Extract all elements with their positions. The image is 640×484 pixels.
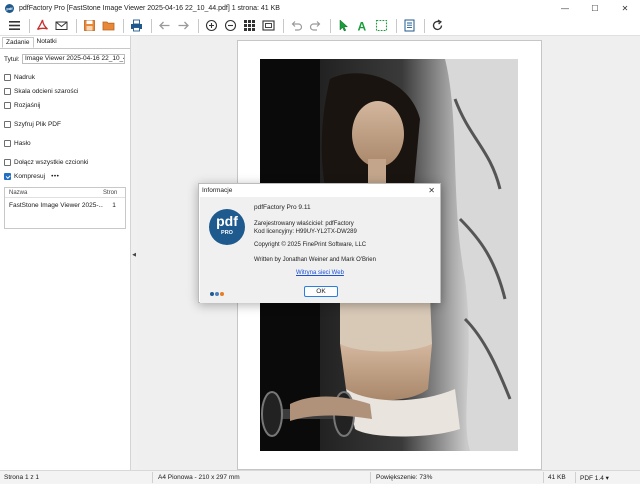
authors-text: Written by Jonathan Weiner and Mark O'Br… [254,257,376,263]
open-folder-icon[interactable] [100,17,117,34]
zoom-out-icon[interactable] [222,17,239,34]
window-controls: — ☐ ✕ [550,0,640,16]
pointer-icon[interactable] [335,17,352,34]
option-grayscale[interactable]: Skala odcieni szarości [4,86,130,97]
pdffactory-logo: pdf PRO [209,209,245,245]
menu-icon[interactable] [6,17,23,34]
status-file-size: 41 KB [548,474,566,481]
text-tool-icon[interactable]: A [354,17,371,34]
option-embed-fonts[interactable]: Dołącz wszystkie czcionki [4,157,130,168]
document-info-icon[interactable] [401,17,418,34]
thumbnails-icon[interactable] [241,17,258,34]
refresh-icon[interactable] [429,17,446,34]
pdf-version-dropdown[interactable]: PDF 1.4 ▾ [580,474,609,482]
document-name: FastStone Image Viewer 2025-... [9,202,103,209]
column-name[interactable]: Nazwa [5,190,103,196]
fit-page-icon[interactable] [260,17,277,34]
select-area-icon[interactable] [373,17,390,34]
undo-icon[interactable] [288,17,305,34]
column-pages[interactable]: Stron [103,190,125,196]
tab-notatki[interactable]: Notatki [34,37,60,48]
back-arrow-icon[interactable] [156,17,173,34]
close-button[interactable]: ✕ [610,0,640,16]
forward-arrow-icon[interactable] [175,17,192,34]
copyright-text: Copyright © 2025 FinePrint Software, LLC [254,242,367,248]
status-zoom: Powiększenie: 73% [376,474,433,481]
checkbox-checked[interactable] [4,173,11,180]
checkbox[interactable] [4,88,11,95]
toolbar: A [0,16,640,36]
window-title: pdfFactory Pro [FastStone Image Viewer 2… [19,4,280,12]
panel-tabs: Zadanie Notatki [0,37,130,49]
title-label: Tytuł: [4,55,20,63]
status-paper-size: A4 Pionowa - 210 x 297 mm [158,474,240,481]
table-row[interactable]: FastStone Image Viewer 2025-... 1 [5,200,125,211]
checkbox[interactable] [4,102,11,109]
minimize-button[interactable]: — [550,0,580,16]
close-icon[interactable]: ✕ [428,186,435,195]
brand-dot [215,292,219,296]
registered-owner: Zarejestrowany właściciel: pdfFactory [254,221,354,227]
title-row: Tytuł: Image Viewer 2025-04-16 22_10_44 [4,54,130,64]
license-code: Kod licencyjny: H99UY-YL2TX-DW289 [254,229,357,235]
option-lighten[interactable]: Rozjaśnij [4,100,130,111]
redo-icon[interactable] [307,17,324,34]
job-panel: Zadanie Notatki Tytuł: Image Viewer 2025… [0,36,131,470]
title-input[interactable]: Image Viewer 2025-04-16 22_10_44 [22,54,125,64]
print-icon[interactable] [128,17,145,34]
table-header: Nazwa Stron [5,188,125,198]
ok-button[interactable]: OK [304,286,338,297]
checkbox[interactable] [4,74,11,81]
checkbox[interactable] [4,140,11,147]
brand-dot [220,292,224,296]
brand-dots [210,292,225,296]
title-bar: pdf pdfFactory Pro [FastStone Image View… [0,0,640,16]
website-link[interactable]: Witryna sieci Web [296,270,344,276]
compress-settings-button[interactable]: ••• [51,173,59,180]
save-icon[interactable] [81,17,98,34]
documents-table: Nazwa Stron FastStone Image Viewer 2025-… [4,187,126,229]
pdf-app-icon: pdf [5,3,14,13]
maximize-button[interactable]: ☐ [580,0,610,16]
option-nadruk[interactable]: Nadruk [4,72,130,83]
pdf-icon[interactable] [34,17,51,34]
brand-dot [210,292,214,296]
tab-zadanie[interactable]: Zadanie [2,37,34,48]
about-dialog: Informacje ✕ pdf PRO pdfFactory Pro 9.11… [198,183,441,303]
document-pages: 1 [112,202,116,209]
dialog-title: Informacje [199,184,440,197]
status-bar: Strona 1 z 1 A4 Pionowa - 210 x 297 mm P… [0,470,640,484]
product-version: pdfFactory Pro 9.11 [254,204,311,211]
dialog-body: pdf PRO pdfFactory Pro 9.11 Zarejestrowa… [200,197,440,303]
option-compress[interactable]: Kompresuj ••• [4,171,130,182]
svg-text:A: A [358,20,367,33]
status-page: Strona 1 z 1 [4,474,40,481]
collapse-arrow-icon[interactable]: ◀ [132,248,136,262]
email-icon[interactable] [53,17,70,34]
checkbox[interactable] [4,121,11,128]
zoom-in-icon[interactable] [203,17,220,34]
checkbox[interactable] [4,159,11,166]
option-password[interactable]: Hasło [4,138,130,149]
option-encrypt[interactable]: Szyfruj Plik PDF [4,119,130,130]
